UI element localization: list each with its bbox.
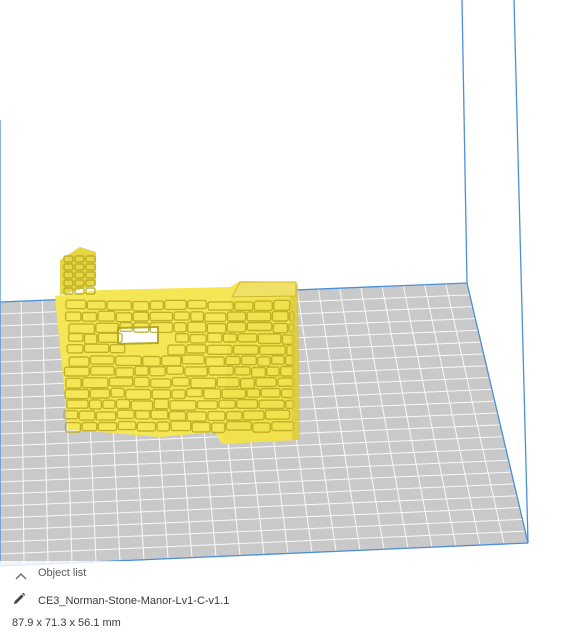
object-name: CE3_Norman-Stone-Manor-Lv1-C-v1.1: [38, 595, 230, 607]
model-stone-manor[interactable]: [55, 247, 300, 444]
object-list-item[interactable]: CE3_Norman-Stone-Manor-Lv1-C-v1.1: [12, 592, 229, 610]
pencil-icon[interactable]: [12, 592, 26, 611]
chevron-up-icon: [14, 568, 28, 580]
volume-edge-front-right: [513, 0, 529, 544]
object-dimensions: 87.9 x 71.3 x 56.1 mm: [12, 617, 121, 629]
volume-edge-back-right: [461, 0, 468, 284]
model-top-cap: [231, 281, 297, 298]
model-window: [117, 325, 159, 346]
object-list-panel: Object list CE3_Norman-Stone-Manor-Lv1-C…: [0, 561, 584, 641]
3d-viewport[interactable]: [0, 0, 584, 641]
object-list-toggle[interactable]: Object list: [14, 565, 86, 581]
build-volume-scene: [0, 0, 529, 567]
object-list-label: Object list: [38, 567, 87, 579]
